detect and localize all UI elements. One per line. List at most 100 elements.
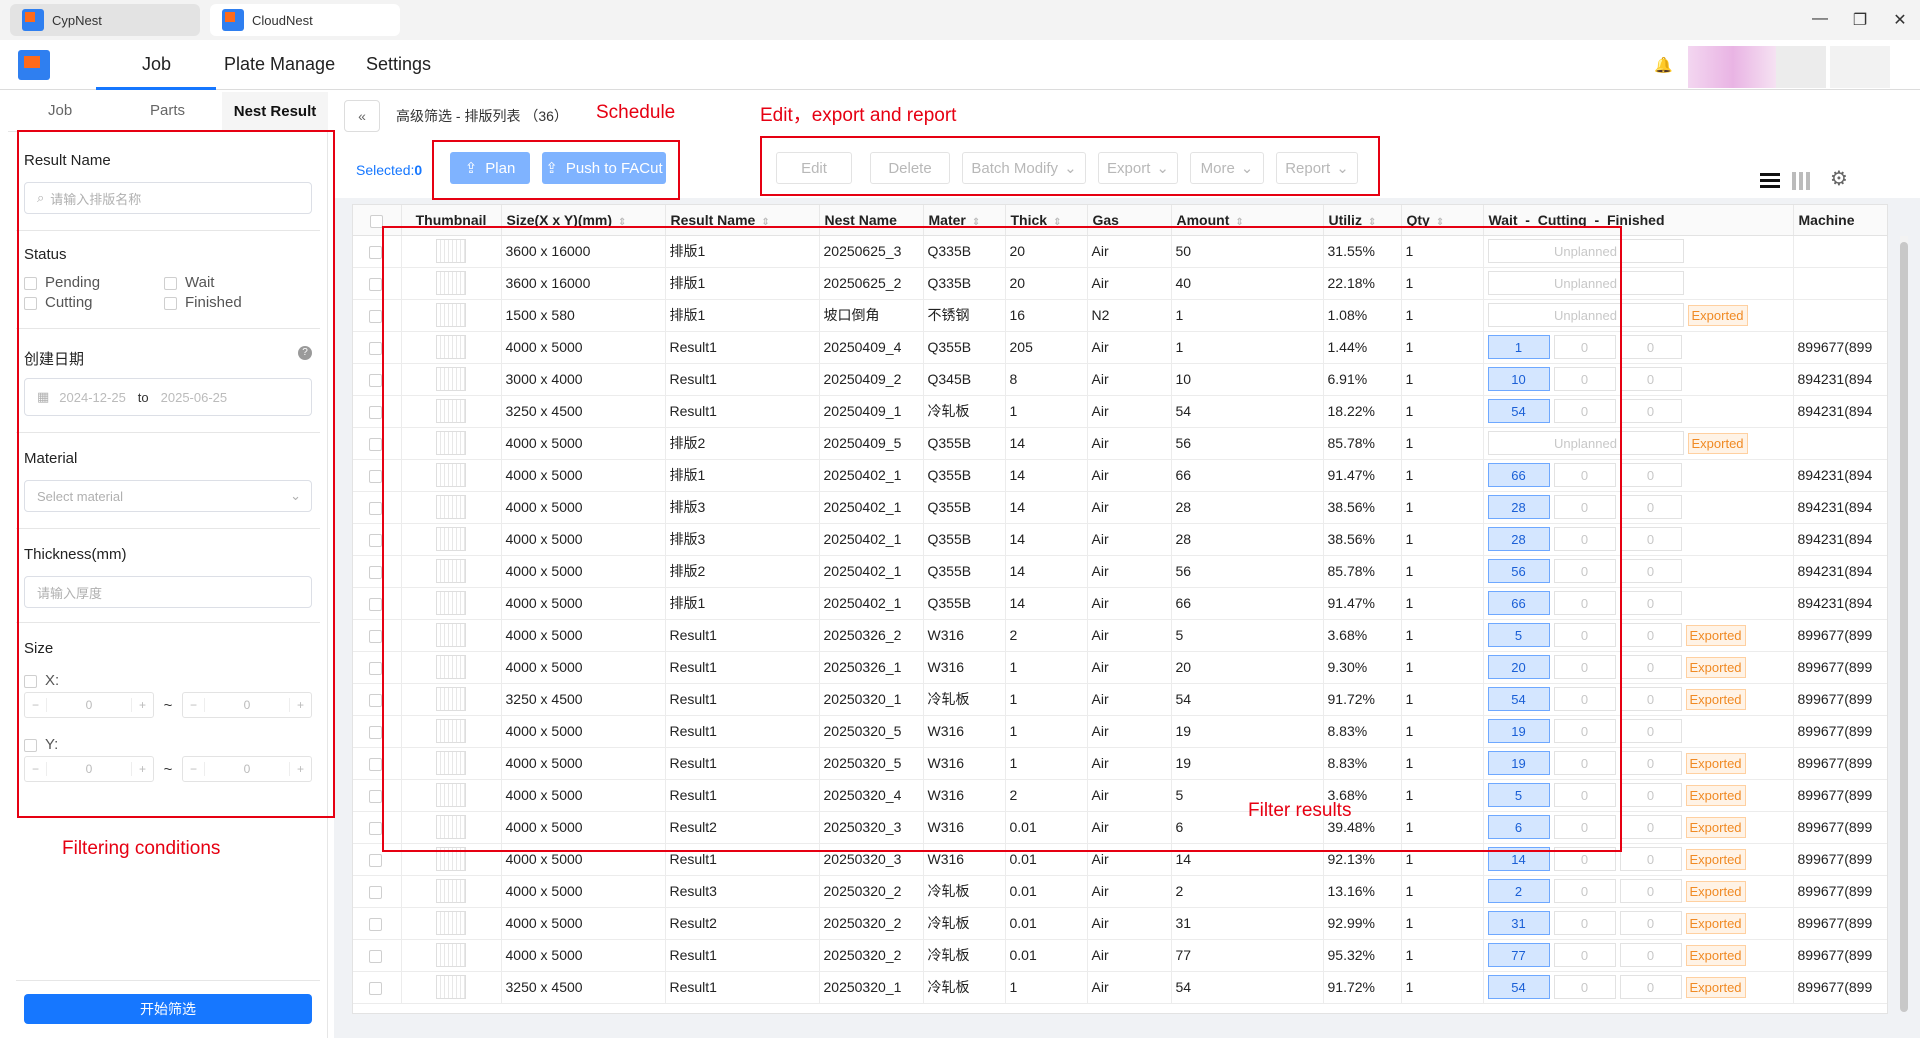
- row-checkbox[interactable]: [369, 437, 382, 451]
- row-checkbox[interactable]: [369, 885, 382, 899]
- bell-icon[interactable]: 🔔: [1654, 56, 1673, 74]
- status-finished-count[interactable]: 0: [1619, 559, 1682, 583]
- row-checkbox[interactable]: [369, 469, 382, 483]
- status-wait-count[interactable]: 31: [1487, 911, 1550, 935]
- nav-job[interactable]: Job: [142, 54, 171, 75]
- status-cutting-count[interactable]: 0: [1553, 911, 1616, 935]
- row-checkbox[interactable]: [369, 373, 382, 387]
- result-name-cell[interactable]: Result1: [665, 971, 820, 1004]
- status-finished-count[interactable]: 0: [1619, 815, 1682, 839]
- row-checkbox[interactable]: [369, 789, 382, 803]
- row-checkbox[interactable]: [369, 565, 382, 579]
- close-icon[interactable]: ✕: [1888, 10, 1912, 30]
- row-checkbox[interactable]: [369, 309, 382, 323]
- window-tab-cloudnest[interactable]: CloudNest: [210, 4, 400, 36]
- status-finished-count[interactable]: 0: [1619, 335, 1682, 359]
- status-finished-count[interactable]: 0: [1619, 975, 1682, 999]
- status-finished-count[interactable]: 0: [1619, 495, 1682, 519]
- window-tab-label: CloudNest: [252, 12, 313, 28]
- row-checkbox-cell[interactable]: [353, 939, 402, 972]
- status-finished-count[interactable]: 0: [1619, 783, 1682, 807]
- result-name-cell[interactable]: Result1: [665, 939, 820, 972]
- row-checkbox[interactable]: [369, 341, 382, 355]
- scrollbar-thumb[interactable]: [1900, 242, 1908, 1012]
- row-checkbox[interactable]: [369, 661, 382, 675]
- row-checkbox[interactable]: [369, 725, 382, 739]
- status-finished-count[interactable]: 0: [1619, 687, 1682, 711]
- list-view-icon[interactable]: [1758, 170, 1782, 192]
- nav-plate-manage[interactable]: Plate Manage: [224, 54, 335, 75]
- status-finished-count[interactable]: 0: [1619, 911, 1682, 935]
- status-finished-count[interactable]: 0: [1619, 463, 1682, 487]
- status-finished-count[interactable]: 0: [1619, 655, 1682, 679]
- row-checkbox[interactable]: [369, 757, 382, 771]
- status-finished-count[interactable]: 0: [1619, 591, 1682, 615]
- grid-view-icon[interactable]: [1790, 170, 1814, 192]
- row-checkbox[interactable]: [369, 917, 382, 931]
- nest-thumbnail[interactable]: [436, 911, 466, 935]
- maximize-icon[interactable]: ❐: [1848, 10, 1872, 30]
- subtab-job[interactable]: Job: [48, 102, 72, 119]
- nest-thumbnail[interactable]: [436, 879, 466, 903]
- status-wait-count[interactable]: 77: [1487, 943, 1550, 967]
- status-cutting-count[interactable]: 0: [1553, 943, 1616, 967]
- row-checkbox-cell[interactable]: [353, 971, 402, 1004]
- status-cutting-count[interactable]: 0: [1553, 975, 1616, 999]
- thumbnail-cell[interactable]: [401, 939, 502, 972]
- row-checkbox[interactable]: [369, 405, 382, 419]
- gear-icon[interactable]: ⚙: [1830, 166, 1848, 191]
- machine-cell: 899677(899: [1793, 779, 1887, 812]
- row-checkbox-cell[interactable]: [353, 907, 402, 940]
- status-finished-count[interactable]: 0: [1619, 847, 1682, 871]
- avatar[interactable]: [1688, 46, 1778, 88]
- nav-settings[interactable]: Settings: [366, 54, 431, 75]
- subtab-nest-result[interactable]: Nest Result: [222, 92, 328, 132]
- row-checkbox[interactable]: [369, 821, 382, 835]
- utilization-cell-text: 13.16%: [1327, 883, 1375, 899]
- status-finished-count[interactable]: 0: [1619, 751, 1682, 775]
- status-finished-count[interactable]: 0: [1619, 399, 1682, 423]
- row-checkbox[interactable]: [369, 245, 382, 259]
- start-filter-button[interactable]: 开始筛选: [24, 994, 312, 1024]
- table-row[interactable]: 4000 x 5000 Result2 20250320_2 冷轧板 0.01 Air 31…: [353, 907, 1887, 940]
- thumbnail-cell[interactable]: [401, 907, 502, 940]
- row-checkbox[interactable]: [369, 533, 382, 547]
- table-row[interactable]: 3250 x 4500 Result1 20250320_1 冷轧板 1 Air 54 91.…: [353, 971, 1887, 1004]
- thumbnail-cell[interactable]: [401, 971, 502, 1004]
- result-name-cell[interactable]: Result2: [665, 907, 820, 940]
- status-finished-count[interactable]: 0: [1619, 367, 1682, 391]
- status-finished-count[interactable]: 0: [1619, 623, 1682, 647]
- annotation-filter-conditions: Filtering conditions: [62, 838, 221, 859]
- table-row[interactable]: 4000 x 5000 Result3 20250320_2 冷轧板 0.01 Air 2 1…: [353, 875, 1887, 908]
- row-checkbox-cell[interactable]: [353, 875, 402, 908]
- window-tab-cypnest[interactable]: CypNest: [10, 4, 200, 36]
- subtab-parts[interactable]: Parts: [150, 102, 185, 119]
- minimize-icon[interactable]: —: [1808, 10, 1832, 28]
- status-wait-count[interactable]: 54: [1487, 975, 1550, 999]
- nest-thumbnail[interactable]: [436, 943, 466, 967]
- row-checkbox[interactable]: [369, 693, 382, 707]
- size-cell-text: 4000 x 5000: [505, 851, 583, 867]
- thumbnail-cell[interactable]: [401, 875, 502, 908]
- status-finished-count[interactable]: 0: [1619, 719, 1682, 743]
- row-checkbox[interactable]: [369, 629, 382, 643]
- row-checkbox[interactable]: [369, 949, 382, 963]
- table-row[interactable]: 4000 x 5000 Result1 20250320_2 冷轧板 0.01 Air 77…: [353, 939, 1887, 972]
- collapse-back-button[interactable]: «: [344, 100, 380, 132]
- row-checkbox[interactable]: [369, 501, 382, 515]
- result-name-cell[interactable]: Result3: [665, 875, 820, 908]
- row-checkbox[interactable]: [369, 277, 382, 291]
- status-cutting-count[interactable]: 0: [1553, 879, 1616, 903]
- row-checkbox[interactable]: [369, 597, 382, 611]
- amount-cell-text: 14: [1175, 851, 1192, 867]
- exported-badge: Exported: [1685, 752, 1746, 774]
- status-wait-count[interactable]: 2: [1487, 879, 1550, 903]
- row-checkbox[interactable]: [369, 853, 382, 867]
- status-finished-count[interactable]: 0: [1619, 879, 1682, 903]
- row-checkbox[interactable]: [369, 981, 382, 995]
- nest-name-cell-text: 20250320_3: [823, 851, 902, 867]
- status-finished-count[interactable]: 0: [1619, 943, 1682, 967]
- nest-thumbnail[interactable]: [436, 975, 466, 999]
- status-finished-count[interactable]: 0: [1619, 527, 1682, 551]
- qty-cell-text: 1: [1405, 851, 1414, 867]
